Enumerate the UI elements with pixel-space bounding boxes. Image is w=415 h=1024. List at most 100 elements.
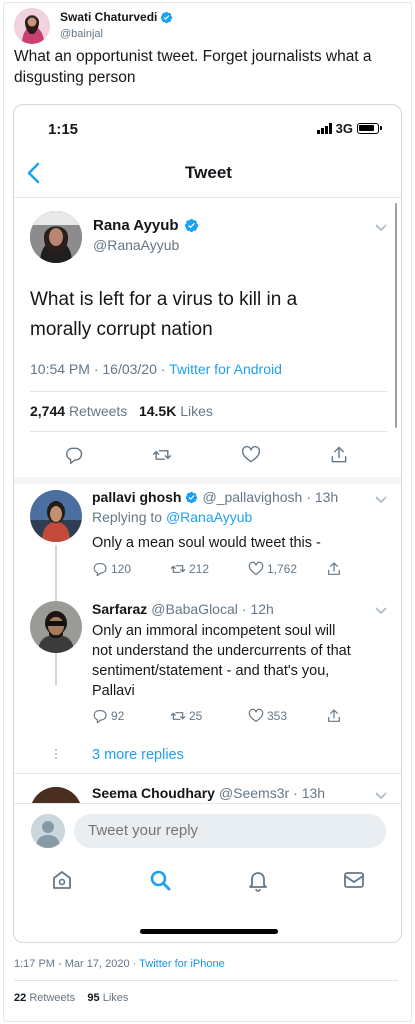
signal-icon: [316, 123, 332, 134]
retweet-count: 212: [189, 562, 210, 576]
retweet-button[interactable]: 212: [170, 561, 209, 577]
tweet-source[interactable]: Twitter for Android: [169, 361, 282, 377]
tweet-source[interactable]: Twitter for iPhone: [139, 958, 225, 970]
reply-author-handle[interactable]: @BabaGlocal: [151, 601, 238, 617]
replying-to-handle[interactable]: @RanaAyyub: [166, 509, 252, 525]
author-handle[interactable]: @RanaAyyub: [93, 237, 179, 253]
like-icon[interactable]: [241, 445, 261, 465]
reply-text-line: sentiment/statement - and that's you,: [92, 663, 330, 679]
reply-button[interactable]: 92: [92, 708, 124, 724]
author-name[interactable]: Swati Chaturvedi: [60, 10, 157, 24]
reply-actions: 92 25 353: [92, 708, 362, 726]
retweet-icon: [170, 712, 186, 720]
reply-text-line: not understand the undercurrents of that: [92, 643, 351, 659]
share-button[interactable]: [326, 708, 342, 724]
outer-tweet-header: Swati Chaturvedi @bainjal: [14, 8, 394, 48]
tweet-stats: 22 Retweets 95 Likes: [14, 992, 128, 1004]
search-icon[interactable]: [148, 868, 172, 892]
chevron-down-icon[interactable]: [374, 495, 388, 505]
reply-header: Seema Choudhary @Seems3r · 13h: [92, 785, 325, 801]
reply-icon[interactable]: [64, 445, 84, 465]
reply-icon: [93, 710, 107, 724]
home-indicator: [140, 929, 278, 934]
reply-actions: 120 212 1,762: [92, 561, 362, 579]
battery-icon: [357, 123, 382, 134]
like-button[interactable]: 1,762: [248, 561, 297, 577]
reply-author-handle[interactable]: @_pallavighosh: [202, 489, 302, 505]
thread-dots-icon: [54, 747, 58, 761]
divider: [14, 980, 398, 981]
chevron-down-icon[interactable]: [374, 606, 388, 616]
reply-text-line: Pallavi: [92, 683, 135, 699]
tweet-text-line: What an opportunist tweet. Forget journa…: [14, 48, 372, 65]
chevron-down-icon[interactable]: [374, 791, 388, 801]
tweet-text-line: disgusting person: [14, 69, 136, 86]
reply-text: Only an immoral incompetent soul will no…: [92, 621, 384, 701]
reply-time: · 12h: [241, 601, 274, 617]
reply-count: 120: [111, 562, 132, 576]
divider: [14, 773, 401, 774]
like-label: Likes: [102, 992, 129, 1004]
embedded-screenshot: 1:15 3G Tweet Rana Ayyub @RanaAyyub What…: [13, 104, 402, 943]
retweet-count[interactable]: 22: [14, 992, 26, 1004]
retweet-button[interactable]: 25: [170, 708, 202, 724]
like-button[interactable]: 353: [248, 708, 287, 724]
home-icon[interactable]: [50, 868, 74, 892]
retweet-count: 25: [189, 709, 203, 723]
status-indicators: 3G: [316, 121, 382, 136]
like-icon: [248, 561, 264, 575]
retweet-icon: [170, 565, 186, 573]
author-handle[interactable]: @bainjal: [60, 28, 103, 40]
like-count[interactable]: 14.5K: [139, 403, 176, 419]
tweet-text-line: morally corrupt nation: [30, 319, 213, 340]
avatar[interactable]: [30, 211, 82, 263]
like-count: 353: [267, 709, 288, 723]
page-title: Tweet: [185, 163, 232, 182]
replying-to: Replying to @RanaAyyub: [92, 509, 252, 525]
meta-separator: ·: [129, 958, 140, 970]
divider: [30, 391, 387, 392]
reply-header: Sarfaraz @BabaGlocal · 12h: [92, 601, 274, 617]
messages-icon[interactable]: [342, 868, 366, 892]
avatar[interactable]: [31, 814, 65, 848]
like-label: Likes: [180, 403, 213, 419]
reply-button[interactable]: 120: [92, 561, 131, 577]
reply-author-name[interactable]: Seema Choudhary: [92, 785, 215, 801]
notifications-icon[interactable]: [246, 868, 270, 892]
tweet-meta: 1:17 PM - Mar 17, 2020 · Twitter for iPh…: [14, 958, 225, 970]
share-button[interactable]: [326, 561, 342, 577]
scrollbar[interactable]: [395, 203, 397, 428]
reply-icon: [93, 563, 107, 577]
tweet-text: What is left for a virus to kill in a mo…: [30, 285, 380, 345]
tweet-stats: 2,744 Retweets 14.5K Likes: [30, 403, 213, 419]
share-icon[interactable]: [329, 445, 349, 465]
reply-input[interactable]: [74, 814, 386, 848]
share-icon: [328, 562, 340, 575]
more-replies-link[interactable]: 3 more replies: [92, 747, 184, 763]
avatar[interactable]: [14, 8, 50, 44]
tweet-timestamp[interactable]: 10:54 PM · 16/03/20 ·: [30, 361, 165, 377]
reply-header: pallavi ghosh @_pallavighosh · 13h: [92, 489, 338, 505]
status-time: 1:15: [48, 121, 79, 138]
reply-author-handle[interactable]: @Seems3r: [219, 785, 289, 801]
like-count: 1,762: [267, 562, 298, 576]
tweet-timestamp[interactable]: 1:17 PM - Mar 17, 2020: [14, 958, 130, 970]
reply-text: Only a mean soul would tweet this -: [92, 535, 321, 551]
avatar[interactable]: [30, 601, 82, 653]
retweet-count[interactable]: 2,744: [30, 403, 65, 419]
reply-author-name[interactable]: Sarfaraz: [92, 601, 147, 617]
verified-icon: [186, 491, 198, 503]
divider: [30, 431, 387, 432]
retweet-icon[interactable]: [152, 445, 172, 465]
like-icon: [248, 708, 264, 722]
reply-count: 92: [111, 709, 125, 723]
author-name[interactable]: Rana Ayyub: [93, 217, 179, 234]
tweet-meta: 10:54 PM · 16/03/20 · Twitter for Androi…: [30, 361, 282, 377]
like-count[interactable]: 95: [87, 992, 99, 1004]
avatar[interactable]: [30, 490, 82, 542]
tweet-text-line: What is left for a virus to kill in a: [30, 289, 298, 310]
reply-author-name[interactable]: pallavi ghosh: [92, 489, 181, 505]
reply-text-line: Only an immoral incompetent soul will: [92, 623, 336, 639]
divider: [14, 197, 401, 198]
chevron-down-icon[interactable]: [374, 223, 388, 233]
